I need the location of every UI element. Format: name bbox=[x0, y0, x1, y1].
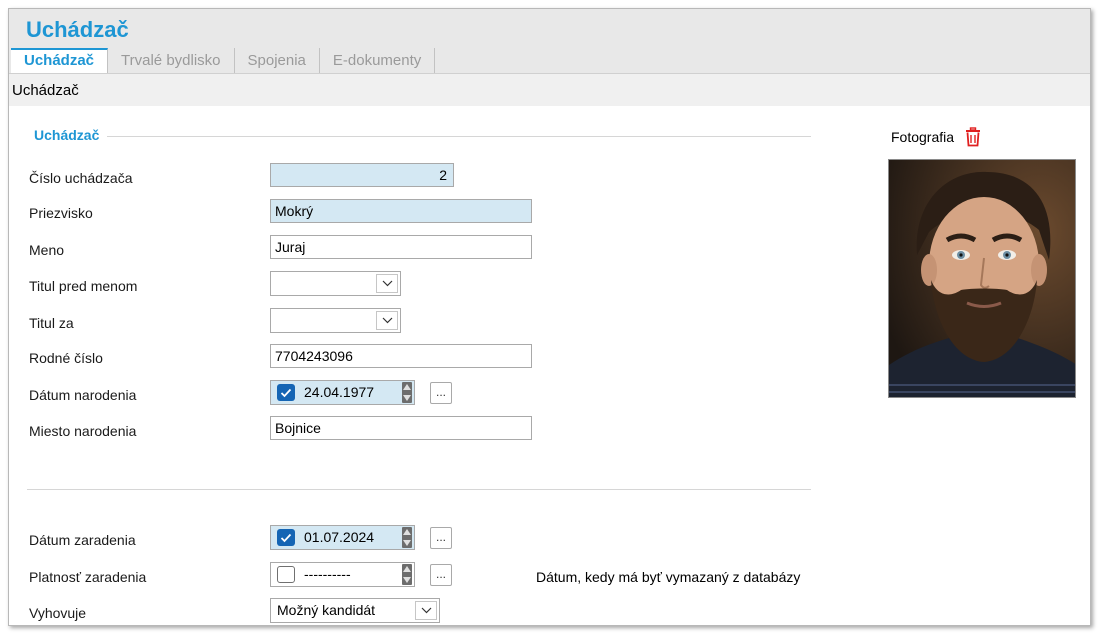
datum-zaradenia-browse-button[interactable]: ... bbox=[430, 527, 452, 549]
tab-bar: Uchádzač Trvalé bydlisko Spojenia E-doku… bbox=[11, 48, 436, 75]
group-title: Uchádzač bbox=[34, 127, 100, 143]
miesto-narodenia-field[interactable]: Bojnice bbox=[270, 416, 532, 440]
spinner-icon[interactable] bbox=[402, 527, 412, 548]
platnost-zaradenia-label: Platnosť zaradenia bbox=[29, 569, 147, 585]
section-header: Uchádzač bbox=[9, 74, 1090, 106]
spinner-icon[interactable] bbox=[402, 382, 412, 403]
datum-zaradenia-checkbox[interactable] bbox=[277, 529, 295, 546]
cislo-field: 2 bbox=[270, 163, 454, 187]
title-bar: Uchádzač Uchádzač Trvalé bydlisko Spojen… bbox=[9, 9, 1090, 75]
tab-uchadzac[interactable]: Uchádzač bbox=[11, 48, 109, 75]
rodne-cislo-field[interactable]: 7704243096 bbox=[270, 344, 532, 368]
platnost-zaradenia-picker[interactable]: ---------- bbox=[270, 562, 415, 587]
chevron-down-icon[interactable] bbox=[415, 601, 437, 620]
vyhovuje-select[interactable]: Možný kandidát bbox=[270, 598, 440, 623]
chevron-down-icon[interactable] bbox=[376, 274, 398, 293]
group-divider-2 bbox=[27, 489, 811, 490]
photo-label: Fotografia bbox=[891, 129, 955, 145]
tab-spojenia[interactable]: Spojenia bbox=[235, 48, 320, 73]
datum-narodenia-browse-button[interactable]: ... bbox=[430, 382, 452, 404]
chevron-down-icon[interactable] bbox=[376, 311, 398, 330]
meno-field[interactable]: Juraj bbox=[270, 235, 532, 259]
priezvisko-label: Priezvisko bbox=[29, 205, 93, 221]
datum-zaradenia-picker[interactable]: 01.07.2024 bbox=[270, 525, 415, 550]
platnost-zaradenia-note: Dátum, kedy má byť vymazaný z databázy bbox=[536, 569, 801, 585]
tab-trvale-bydlisko[interactable]: Trvalé bydlisko bbox=[108, 48, 235, 73]
tab-e-dokumenty[interactable]: E-dokumenty bbox=[320, 48, 436, 73]
datum-zaradenia-value[interactable]: 01.07.2024 bbox=[304, 529, 374, 545]
priezvisko-field[interactable]: Mokrý bbox=[270, 199, 532, 223]
group-divider bbox=[107, 136, 811, 137]
section-title: Uchádzač bbox=[12, 82, 79, 99]
rodne-cislo-label: Rodné číslo bbox=[29, 350, 103, 366]
cislo-label: Číslo uchádzača bbox=[29, 170, 133, 186]
titul-za-select[interactable] bbox=[270, 308, 401, 333]
datum-narodenia-value[interactable]: 24.04.1977 bbox=[304, 384, 374, 400]
miesto-narodenia-label: Miesto narodenia bbox=[29, 423, 137, 439]
trash-icon[interactable] bbox=[964, 127, 982, 147]
spinner-icon[interactable] bbox=[402, 564, 412, 585]
datum-narodenia-label: Dátum narodenia bbox=[29, 387, 137, 403]
meno-label: Meno bbox=[29, 242, 65, 258]
platnost-zaradenia-checkbox[interactable] bbox=[277, 566, 295, 583]
platnost-zaradenia-browse-button[interactable]: ... bbox=[430, 564, 452, 586]
app-title: Uchádzač bbox=[26, 17, 129, 42]
titul-pred-label: Titul pred menom bbox=[29, 278, 138, 294]
datum-narodenia-picker[interactable]: 24.04.1977 bbox=[270, 380, 415, 405]
platnost-zaradenia-value[interactable]: ---------- bbox=[304, 566, 351, 582]
vyhovuje-label: Vyhovuje bbox=[29, 605, 87, 621]
window: Uchádzač Uchádzač Trvalé bydlisko Spojen… bbox=[8, 8, 1091, 626]
titul-pred-select[interactable] bbox=[270, 271, 401, 296]
photo-image[interactable] bbox=[888, 159, 1076, 398]
titul-za-label: Titul za bbox=[29, 315, 74, 331]
datum-zaradenia-label: Dátum zaradenia bbox=[29, 532, 136, 548]
vyhovuje-value: Možný kandidát bbox=[277, 602, 376, 618]
datum-narodenia-checkbox[interactable] bbox=[277, 384, 295, 401]
